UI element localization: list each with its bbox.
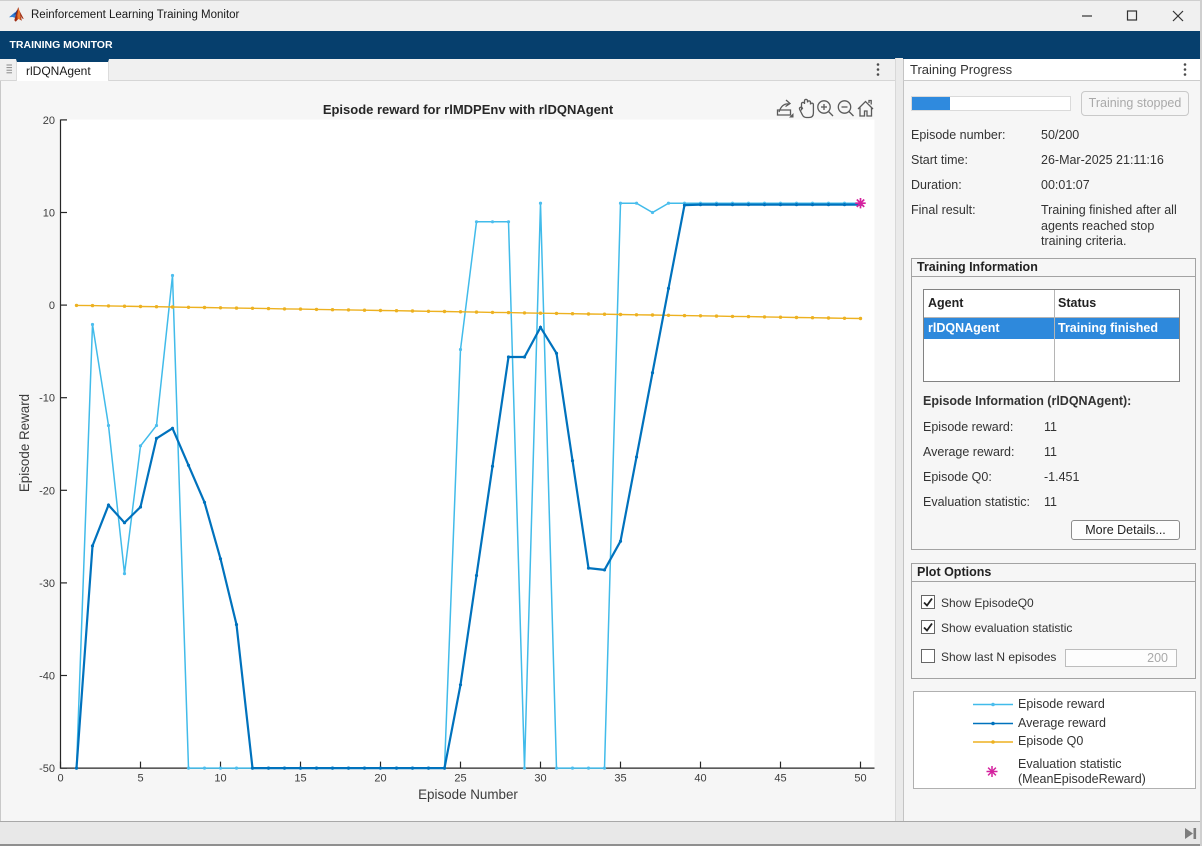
svg-text:25: 25 xyxy=(454,773,466,785)
svg-text:15: 15 xyxy=(294,773,306,785)
svg-text:Episode Number: Episode Number xyxy=(418,787,518,802)
svg-text:Episode Reward: Episode Reward xyxy=(17,394,32,492)
svg-text:10: 10 xyxy=(43,208,55,220)
svg-text:5: 5 xyxy=(137,773,143,785)
svg-text:Episode reward for rlMDPEnv wi: Episode reward for rlMDPEnv with rlDQNAg… xyxy=(323,102,614,117)
svg-text:35: 35 xyxy=(614,773,626,785)
svg-text:20: 20 xyxy=(374,773,386,785)
svg-text:-10: -10 xyxy=(39,393,55,405)
svg-text:50: 50 xyxy=(854,773,866,785)
svg-text:10: 10 xyxy=(214,773,226,785)
svg-text:30: 30 xyxy=(534,773,546,785)
svg-text:0: 0 xyxy=(49,300,55,312)
svg-text:-50: -50 xyxy=(39,763,55,775)
svg-text:-20: -20 xyxy=(39,485,55,497)
svg-text:45: 45 xyxy=(774,773,786,785)
svg-text:-30: -30 xyxy=(39,578,55,590)
svg-text:-40: -40 xyxy=(39,671,55,683)
svg-text:40: 40 xyxy=(694,773,706,785)
svg-text:20: 20 xyxy=(43,115,55,127)
svg-text:0: 0 xyxy=(57,773,63,785)
